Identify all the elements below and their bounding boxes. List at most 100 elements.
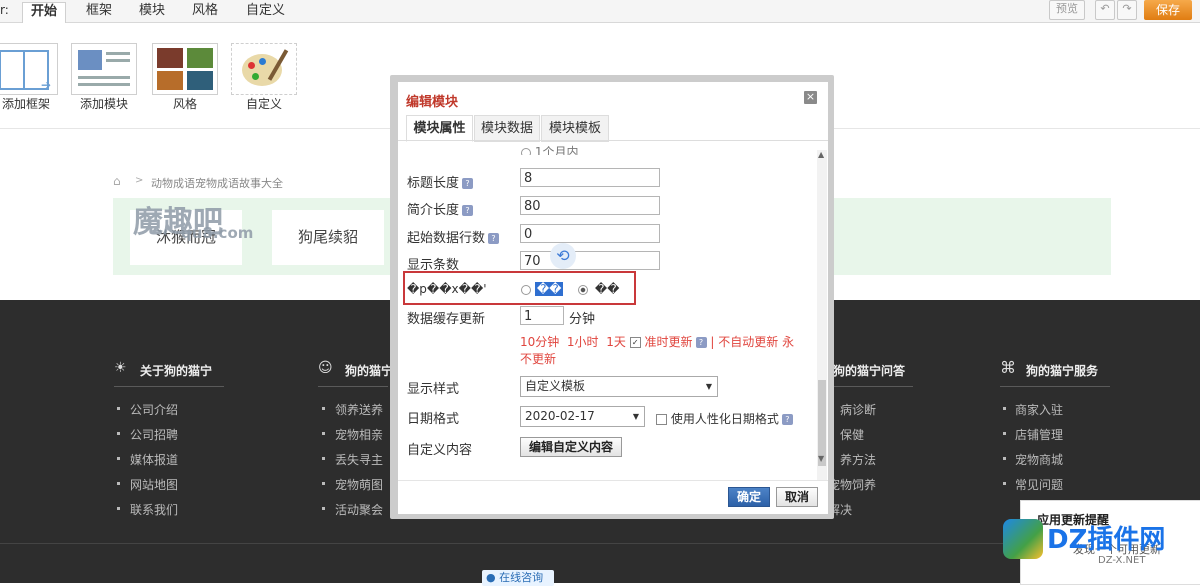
story-card[interactable]: 狗尾续貂 <box>272 210 384 265</box>
footer-link[interactable]: 商家入驻 <box>1015 401 1063 418</box>
cancel-button[interactable]: 取消 <box>776 487 818 507</box>
radio-icon[interactable] <box>521 284 531 295</box>
add-frame-label[interactable]: 添加框架 <box>0 95 66 112</box>
show-count-input[interactable]: 70 <box>520 251 660 270</box>
style-select[interactable]: 自定义模板 ▼ <box>520 376 718 397</box>
help-icon[interactable]: ? <box>488 233 500 244</box>
undo-icon[interactable]: ↶ <box>1095 0 1115 20</box>
field-label: 标题长度? <box>407 172 474 191</box>
save-button[interactable]: 保存 <box>1144 0 1192 20</box>
footer-link[interactable]: 常见问题 <box>1015 476 1063 493</box>
help-icon[interactable]: ? <box>462 178 474 189</box>
bulb-icon: ☀ <box>114 360 127 376</box>
scroll-up-icon[interactable]: ▲ <box>818 150 824 159</box>
footer-divider <box>833 386 913 387</box>
add-module-label[interactable]: 添加模块 <box>64 95 144 112</box>
forever-prefix[interactable]: 永 <box>782 335 794 349</box>
footer-heading: 关于狗的猫宁 <box>140 364 213 378</box>
time-range-option[interactable]: 1个月内 <box>521 143 578 155</box>
cache-unit: 分钟 <box>569 312 596 327</box>
preset-10min[interactable]: 10分钟 <box>520 335 559 349</box>
dz-watermark: DZ插件网 DZ-X.NET <box>1003 513 1193 573</box>
tab-module-template[interactable]: 模块模板 <box>541 115 609 142</box>
footer-divider <box>1000 386 1110 387</box>
watermark-domain: qu8.com <box>181 224 254 242</box>
radio-icon[interactable] <box>521 147 531 155</box>
start-row-label: 起始数据行数 <box>407 231 486 246</box>
dz-logo-icon <box>1003 519 1043 559</box>
never-update[interactable]: 不更新 <box>520 352 556 366</box>
date-format-select[interactable]: 2020-02-17 ▼ <box>520 406 645 427</box>
garbled-option-1[interactable]: �� <box>521 282 564 296</box>
preset-1hour[interactable]: 1小时 <box>567 335 599 349</box>
garbled-label: �p��x��' <box>407 282 487 296</box>
close-icon[interactable]: × <box>804 91 817 104</box>
edit-module-dialog: 编辑模块 × 模块属性 模块数据 模块模板 ▲ ▼ 1个月内 标题长度? 8 简… <box>398 82 828 514</box>
tab-start[interactable]: 开始 <box>22 2 67 23</box>
footer-heading: 狗的猫宁问答 <box>833 364 906 378</box>
tab-style[interactable]: 风格 <box>184 2 226 22</box>
cache-input[interactable]: 1 <box>520 306 564 325</box>
footer-link[interactable]: 媒体报道 <box>130 451 178 468</box>
footer-link[interactable]: 保健 <box>840 426 864 443</box>
footer-link[interactable]: 领养送养 <box>335 401 383 418</box>
chevron-down-icon: ▼ <box>632 412 639 421</box>
footer-divider <box>398 480 828 481</box>
time-range-label: 1个月内 <box>534 145 579 155</box>
checkbox-checked-icon[interactable]: ✓ <box>629 337 641 348</box>
garbled-option-2[interactable]: �� <box>578 282 619 296</box>
field-label: 简介长度? <box>407 199 474 218</box>
palette-icon[interactable] <box>231 43 297 95</box>
title-length-label: 标题长度 <box>407 176 460 191</box>
tab-frame[interactable]: 框架 <box>78 2 120 22</box>
tab-module-properties[interactable]: 模块属性 <box>406 115 473 142</box>
tab-module[interactable]: 模块 <box>131 2 173 22</box>
footer-link[interactable]: 养方法 <box>840 451 876 468</box>
footer-link[interactable]: 网站地图 <box>130 476 178 493</box>
help-icon[interactable]: ? <box>781 414 793 425</box>
summary-length-input[interactable]: 80 <box>520 196 660 215</box>
footer-link[interactable]: 公司介绍 <box>130 401 178 418</box>
tab-divider <box>398 140 828 141</box>
breadcrumb[interactable]: 动物成语宠物成语故事大全 <box>151 175 283 191</box>
add-module-icon[interactable] <box>71 43 137 95</box>
redo-icon[interactable]: ↷ <box>1117 0 1137 20</box>
toolbar-prefix: r: <box>0 3 9 17</box>
add-frame-icon[interactable]: ➔ <box>0 43 58 95</box>
tab-module-data[interactable]: 模块数据 <box>474 115 540 142</box>
help-icon[interactable]: ? <box>462 205 474 216</box>
footer-link[interactable]: 公司招聘 <box>130 426 178 443</box>
footer-link[interactable]: 宠物相亲 <box>335 426 383 443</box>
edit-custom-content-button[interactable]: 编辑自定义内容 <box>520 437 622 457</box>
style-icon[interactable] <box>152 43 218 95</box>
start-row-input[interactable]: 0 <box>520 224 660 243</box>
timed-update[interactable]: 准时更新 <box>645 335 693 349</box>
refresh-icon[interactable]: ⟲ <box>550 243 576 269</box>
footer-link[interactable]: 丢失寻主 <box>335 451 383 468</box>
tab-custom[interactable]: 自定义 <box>238 2 293 22</box>
style-label[interactable]: 风格 <box>145 95 225 112</box>
confirm-button[interactable]: 确定 <box>728 487 770 507</box>
footer-link[interactable]: 店铺管理 <box>1015 426 1063 443</box>
dialog-title: 编辑模块 <box>406 95 459 110</box>
footer-link[interactable]: 宠物萌图 <box>335 476 383 493</box>
online-consult-label: 在线咨询 <box>499 571 544 584</box>
online-consult-button[interactable]: ● 在线咨询 <box>482 570 554 586</box>
title-length-input[interactable]: 8 <box>520 168 660 187</box>
footer-link[interactable]: 活动聚会 <box>335 501 383 518</box>
home-icon[interactable]: ⌂ <box>113 174 121 188</box>
radio-selected-icon[interactable] <box>578 284 588 295</box>
footer-link[interactable]: 病诊断 <box>840 401 876 418</box>
help-icon[interactable]: ? <box>695 337 707 348</box>
scroll-down-icon[interactable]: ▼ <box>818 454 824 463</box>
no-auto-update[interactable]: 不自动更新 <box>718 335 778 349</box>
checkbox-icon[interactable] <box>656 414 667 425</box>
preview-button[interactable]: 预览 <box>1049 0 1085 20</box>
footer-link[interactable]: 宠物商城 <box>1015 451 1063 468</box>
footer-link[interactable]: 宠物饲养 <box>828 476 876 493</box>
humanize-date-option[interactable]: 使用人性化日期格式? <box>656 410 793 427</box>
custom-label[interactable]: 自定义 <box>224 95 304 112</box>
footer-divider <box>318 386 388 387</box>
preset-1day[interactable]: 1天 <box>606 335 626 349</box>
footer-link[interactable]: 联系我们 <box>130 501 178 518</box>
